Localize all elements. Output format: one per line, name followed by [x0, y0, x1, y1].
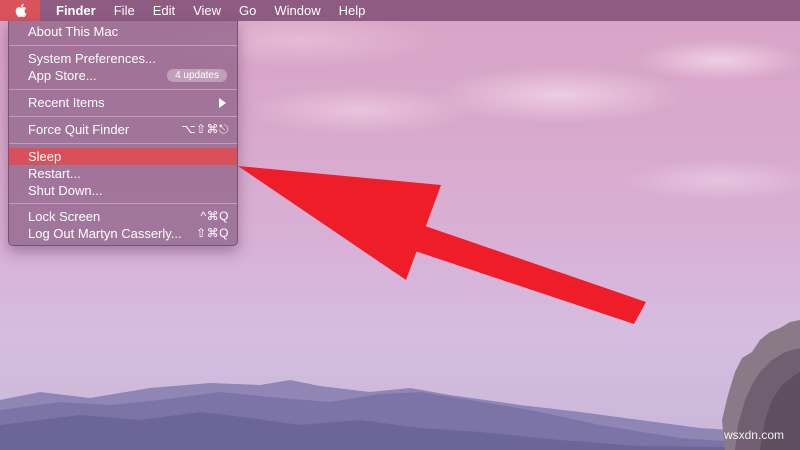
- red-arrow-shaft: [412, 226, 646, 324]
- watermark: wsxdn.com: [723, 428, 784, 442]
- desktop: Finder File Edit View Go Window Help Abo…: [0, 0, 800, 450]
- annotation-arrow: [238, 166, 646, 324]
- red-arrow-head: [238, 166, 441, 280]
